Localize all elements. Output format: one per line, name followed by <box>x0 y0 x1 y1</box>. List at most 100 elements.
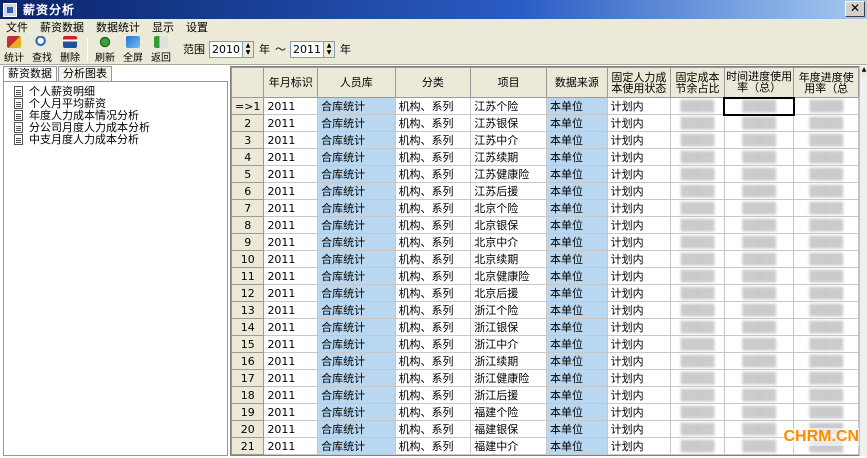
column-header[interactable]: 项目 <box>470 67 548 98</box>
table-row[interactable]: 8 2011 合库统计 机构、系列 北京银保 本单位 计划内 ▒▒▒▒ ▒▒▒▒ ▒▒▒▒ <box>231 216 859 234</box>
row-number[interactable]: 16 <box>231 352 265 370</box>
cell-source[interactable]: 本单位 <box>546 165 608 183</box>
menu-statistics[interactable]: 数据统计 <box>90 19 146 35</box>
obscured-cell[interactable]: ▒▒▒▒ <box>723 369 795 387</box>
cell-item[interactable]: 北京后援 <box>470 284 548 302</box>
spin-down-icon[interactable]: ▼ <box>324 49 334 56</box>
cell-state[interactable]: 计划内 <box>606 216 672 234</box>
obscured-cell[interactable]: ▒▒▒▒ <box>670 250 725 268</box>
cell-category[interactable]: 机构、系列 <box>394 437 472 455</box>
obscured-cell[interactable]: ▒▒▒▒ <box>723 318 795 336</box>
cell-item[interactable]: 浙江续期 <box>470 352 548 370</box>
menu-salary-data[interactable]: 薪资数据 <box>34 19 90 35</box>
cell-library[interactable]: 合库统计 <box>317 335 396 353</box>
cell-item[interactable]: 北京中介 <box>470 233 548 251</box>
cell-year[interactable]: 2011 <box>263 233 319 251</box>
obscured-cell[interactable]: ▒▒▒▒ <box>670 267 725 285</box>
tree-item[interactable]: 中支月度人力成本分析 <box>14 133 227 146</box>
spin-up-icon[interactable]: ▲ <box>324 42 334 49</box>
obscured-cell[interactable]: ▒▒▒▒ <box>670 420 725 438</box>
cell-year[interactable]: 2011 <box>263 267 319 285</box>
year-from-spinner[interactable]: ▲ ▼ <box>243 40 254 58</box>
table-row[interactable]: 17 2011 合库统计 机构、系列 浙江健康险 本单位 计划内 ▒▒▒▒ ▒▒▒▒ ▒▒▒▒ <box>231 369 859 387</box>
obscured-cell[interactable]: ▒▒▒▒ <box>723 114 795 132</box>
column-header[interactable]: 分类 <box>394 67 472 98</box>
cell-source[interactable]: 本单位 <box>546 199 608 217</box>
row-number[interactable]: 21 <box>231 437 265 455</box>
table-row[interactable]: 7 2011 合库统计 机构、系列 北京个险 本单位 计划内 ▒▒▒▒ ▒▒▒▒ ▒▒▒▒ <box>231 199 859 217</box>
obscured-cell[interactable]: ▒▒▒▒ <box>793 114 859 132</box>
cell-category[interactable]: 机构、系列 <box>394 250 472 268</box>
row-number[interactable]: 4 <box>231 148 265 166</box>
cell-year[interactable]: 2011 <box>263 182 319 200</box>
cell-library[interactable]: 合库统计 <box>317 97 396 115</box>
scroll-up-icon[interactable]: ▲ <box>860 66 867 76</box>
cell-library[interactable]: 合库统计 <box>317 352 396 370</box>
table-row[interactable]: 4 2011 合库统计 机构、系列 江苏续期 本单位 计划内 ▒▒▒▒ ▒▒▒▒ ▒▒▒▒ <box>231 148 859 166</box>
table-row[interactable]: 12 2011 合库统计 机构、系列 北京后援 本单位 计划内 ▒▒▒▒ ▒▒▒▒ ▒▒▒▒ <box>231 284 859 302</box>
cell-item[interactable]: 浙江中介 <box>470 335 548 353</box>
obscured-cell[interactable]: ▒▒▒▒ <box>793 318 859 336</box>
table-row[interactable]: 2 2011 合库统计 机构、系列 江苏银保 本单位 计划内 ▒▒▒▒ ▒▒▒▒ ▒▒▒▒ <box>231 114 859 132</box>
cell-item[interactable]: 北京银保 <box>470 216 548 234</box>
cell-state[interactable]: 计划内 <box>606 284 672 302</box>
cell-item[interactable]: 江苏健康险 <box>470 165 548 183</box>
cell-category[interactable]: 机构、系列 <box>394 403 472 421</box>
row-number[interactable]: 7 <box>231 199 265 217</box>
row-number[interactable]: 13 <box>231 301 265 319</box>
obscured-cell[interactable]: ▒▒▒▒ <box>793 454 859 455</box>
year-to-spinner[interactable]: ▲ ▼ <box>324 40 335 58</box>
cell-library[interactable]: 合库统计 <box>317 267 396 285</box>
cell-library[interactable]: 合库统计 <box>317 148 396 166</box>
cell-source[interactable]: 本单位 <box>546 182 608 200</box>
cell-item[interactable]: 江苏银保 <box>470 114 548 132</box>
cell-item[interactable]: 福建个险 <box>470 403 548 421</box>
obscured-cell[interactable]: ▒▒▒▒ <box>670 182 725 200</box>
fullscreen-button[interactable]: 全屏 <box>119 34 147 64</box>
cell-year[interactable]: 2011 <box>263 148 319 166</box>
obscured-cell[interactable]: ▒▒▒▒ <box>723 131 795 149</box>
row-number[interactable]: 9 <box>231 233 265 251</box>
cell-state[interactable]: 计划内 <box>606 335 672 353</box>
cell-library[interactable]: 合库统计 <box>317 369 396 387</box>
cell-year[interactable]: 2011 <box>263 454 319 455</box>
cell-year[interactable]: 2011 <box>263 369 319 387</box>
cell-category[interactable]: 机构、系列 <box>394 148 472 166</box>
table-row[interactable]: 11 2011 合库统计 机构、系列 北京健康险 本单位 计划内 ▒▒▒▒ ▒▒▒▒ ▒▒▒▒ <box>231 267 859 285</box>
cell-year[interactable]: 2011 <box>263 114 319 132</box>
cell-source[interactable]: 本单位 <box>546 250 608 268</box>
cell-library[interactable]: 合库统计 <box>317 386 396 404</box>
row-number[interactable]: 5 <box>231 165 265 183</box>
cell-category[interactable]: 机构、系列 <box>394 352 472 370</box>
table-row[interactable]: 6 2011 合库统计 机构、系列 江苏后援 本单位 计划内 ▒▒▒▒ ▒▒▒▒ ▒▒▒▒ <box>231 182 859 200</box>
cell-item[interactable]: 福建中介 <box>470 437 548 455</box>
row-number[interactable]: 10 <box>231 250 265 268</box>
obscured-cell[interactable]: ▒▒▒▒ <box>670 352 725 370</box>
row-number[interactable]: 6 <box>231 182 265 200</box>
cell-source[interactable]: 本单位 <box>546 267 608 285</box>
obscured-cell[interactable]: ▒▒▒▒ <box>793 250 859 268</box>
obscured-cell[interactable]: ▒▒▒▒ <box>670 165 725 183</box>
obscured-cell[interactable]: ▒▒▒▒ <box>670 301 725 319</box>
cell-state[interactable]: 计划内 <box>606 301 672 319</box>
cell-year[interactable]: 2011 <box>263 301 319 319</box>
column-header[interactable]: 年月标识 <box>263 67 319 98</box>
column-header[interactable]: 人员库 <box>317 67 396 98</box>
table-row[interactable]: 222011合库统计机构、系列福建续期本单位计划内▒▒▒▒▒▒▒▒▒▒▒▒ <box>231 454 859 455</box>
cell-item[interactable]: 北京健康险 <box>470 267 548 285</box>
cell-library[interactable]: 合库统计 <box>317 284 396 302</box>
table-row[interactable]: 5 2011 合库统计 机构、系列 江苏健康险 本单位 计划内 ▒▒▒▒ ▒▒▒▒ ▒▒▒▒ <box>231 165 859 183</box>
obscured-cell[interactable]: ▒▒▒▒ <box>793 335 859 353</box>
spin-up-icon[interactable]: ▲ <box>243 42 253 49</box>
cell-category[interactable]: 机构、系列 <box>394 267 472 285</box>
cell-state[interactable]: 计划内 <box>606 114 672 132</box>
table-row[interactable]: 10 2011 合库统计 机构、系列 北京续期 本单位 计划内 ▒▒▒▒ ▒▒▒▒ ▒▒▒▒ <box>231 250 859 268</box>
cell-state[interactable]: 计划内 <box>606 454 672 455</box>
cell-library[interactable]: 合库统计 <box>317 454 396 455</box>
cell-year[interactable]: 2011 <box>263 216 319 234</box>
cell-source[interactable]: 本单位 <box>546 420 608 438</box>
obscured-cell[interactable]: ▒▒▒▒ <box>793 148 859 166</box>
menu-file[interactable]: 文件 <box>0 19 34 35</box>
cell-item[interactable]: 福建续期 <box>470 454 548 455</box>
cell-state[interactable]: 计划内 <box>606 403 672 421</box>
